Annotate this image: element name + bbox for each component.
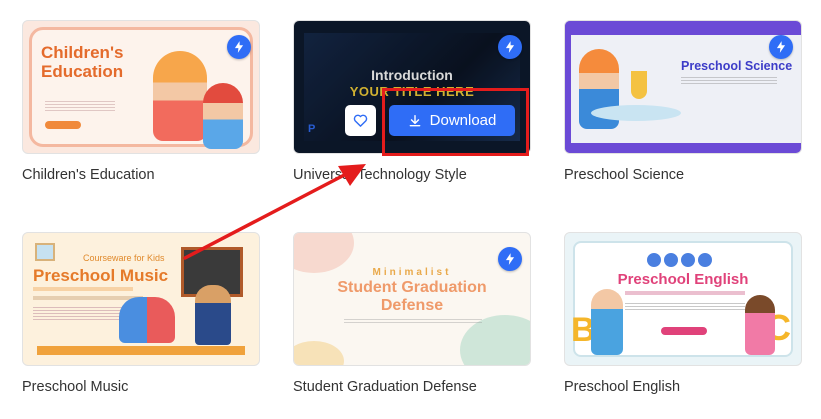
thumbnail-heading: Preschool English bbox=[617, 271, 749, 288]
stage-floor bbox=[37, 346, 245, 355]
thumbnail-menu-line bbox=[33, 296, 143, 300]
children-illustration bbox=[119, 297, 175, 343]
thumbnail-heading-line2: Defense bbox=[380, 297, 444, 314]
child-illustration bbox=[153, 51, 207, 141]
child-illustration bbox=[203, 83, 243, 149]
thumbnail-text-lines bbox=[33, 307, 123, 321]
template-card[interactable]: Minimalist Student Graduation Defense St… bbox=[293, 232, 531, 402]
favorite-button[interactable] bbox=[345, 105, 376, 136]
thumbnail-heading: Children's Education bbox=[41, 43, 124, 81]
template-card[interactable]: Courseware for Kids Preschool Music Pres… bbox=[22, 232, 260, 402]
card-title[interactable]: Children's Education bbox=[22, 167, 155, 183]
thumbnail-band bbox=[565, 21, 571, 153]
thumbnail-kicker: Minimalist bbox=[372, 267, 452, 278]
thumbnail-heading: Preschool Music bbox=[33, 266, 169, 285]
thumbnail-year-dots bbox=[647, 253, 712, 267]
thumbnail-heading: Preschool Science bbox=[681, 59, 793, 73]
highlight-box bbox=[382, 88, 529, 156]
card-title[interactable]: Preschool English bbox=[564, 379, 680, 395]
card-title[interactable]: Preschool Music bbox=[22, 379, 128, 395]
thumbnail-subline bbox=[625, 291, 745, 295]
lightning-icon bbox=[769, 35, 793, 59]
template-card[interactable]: Children's Education Children's Education bbox=[22, 20, 260, 190]
template-thumbnail[interactable]: Preschool English B C bbox=[564, 232, 802, 366]
picture-icon bbox=[35, 243, 55, 261]
card-title[interactable]: Universal Technology Style bbox=[293, 167, 467, 183]
lightning-icon bbox=[227, 35, 251, 59]
thumbnail-kicker: Courseware for Kids bbox=[83, 253, 165, 263]
template-card[interactable]: Preschool Science Preschool Science bbox=[564, 20, 802, 190]
thumbnail-subline bbox=[33, 287, 133, 291]
table-illustration bbox=[591, 105, 681, 121]
heart-icon bbox=[353, 114, 368, 127]
lightning-icon bbox=[498, 35, 522, 59]
thumbnail-text-lines bbox=[344, 319, 482, 325]
card-title[interactable]: Student Graduation Defense bbox=[293, 379, 477, 395]
template-thumbnail[interactable]: Children's Education bbox=[22, 20, 260, 154]
flask-illustration bbox=[631, 71, 647, 99]
thumbnail-text-lines bbox=[681, 77, 777, 85]
thumbnail-pill bbox=[661, 327, 707, 335]
child-illustration bbox=[745, 295, 775, 355]
decor-blob bbox=[294, 341, 344, 365]
thumbnail-text-lines bbox=[45, 101, 115, 111]
lightning-icon bbox=[498, 247, 522, 271]
thumbnail-text-lines bbox=[625, 303, 745, 311]
child-illustration bbox=[591, 289, 623, 355]
template-thumbnail[interactable]: Preschool Science bbox=[564, 20, 802, 154]
card-title[interactable]: Preschool Science bbox=[564, 167, 684, 183]
thumbnail-pill bbox=[45, 121, 81, 129]
guitar-player-illustration bbox=[195, 285, 231, 345]
template-card[interactable]: Preschool English B C Preschool English bbox=[564, 232, 802, 402]
thumbnail-band bbox=[565, 143, 801, 153]
template-thumbnail[interactable]: Minimalist Student Graduation Defense bbox=[293, 232, 531, 366]
thumbnail-heading: Student Graduation bbox=[337, 279, 487, 296]
thumbnail-band bbox=[565, 21, 801, 35]
template-thumbnail[interactable]: Courseware for Kids Preschool Music bbox=[22, 232, 260, 366]
